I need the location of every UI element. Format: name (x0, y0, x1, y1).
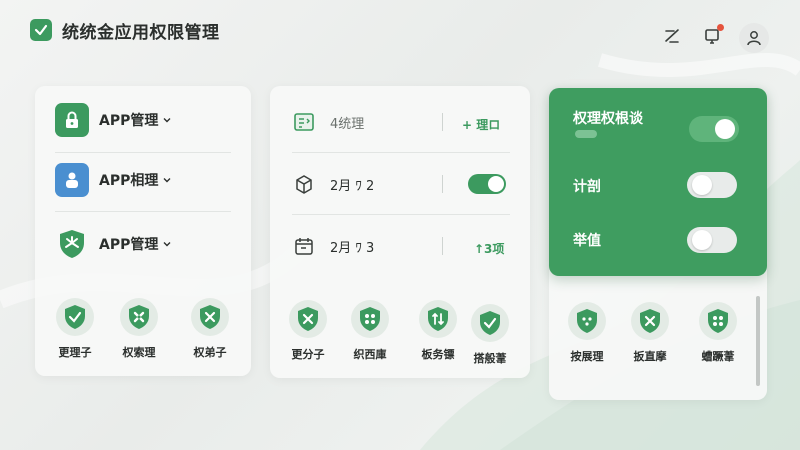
settings-panel: 权理权根谈 计剖 举值 (549, 88, 767, 276)
user-icon (747, 31, 761, 46)
setting-toggle-2[interactable] (687, 172, 737, 198)
shield-item[interactable]: 搭般葦 (460, 304, 520, 366)
setting-toggle-3[interactable] (687, 227, 737, 253)
app-label: APP管理 (99, 113, 159, 129)
shield-label: 板务镖 (421, 348, 455, 361)
app-header: 统统金应用权限管理 (0, 0, 800, 64)
app-title: 统统金应用权限管理 (62, 23, 220, 43)
person-icon (55, 163, 89, 197)
shield-label: 更分子 (291, 348, 325, 361)
shield-check-icon (65, 305, 85, 329)
shield-label: 权索理 (122, 346, 156, 359)
scrollbar[interactable] (756, 296, 760, 386)
shield-label: 扳直摩 (633, 350, 667, 363)
app-row-1[interactable]: APP管理 (55, 98, 172, 142)
divider (292, 214, 510, 215)
id-card-icon (292, 110, 316, 134)
chevron-down-icon (163, 242, 171, 247)
notification-dot (717, 24, 724, 31)
user-avatar[interactable] (739, 23, 769, 53)
shield-x-icon (200, 305, 220, 329)
app-label: APP管理 (99, 237, 159, 253)
shield-item[interactable]: 更理子 (45, 298, 105, 360)
lock-icon (55, 103, 89, 137)
divider (292, 152, 510, 153)
count-action-link[interactable]: ↑3项 (474, 240, 504, 257)
setting-label: 计剖 (573, 179, 601, 195)
app-row-2[interactable]: APP相理 (55, 158, 172, 202)
shield-item[interactable]: 权索理 (109, 298, 169, 360)
shield-item[interactable]: 权弟子 (180, 298, 240, 360)
device-icon[interactable] (700, 24, 724, 48)
add-action-link[interactable]: + 理ロ (462, 116, 500, 133)
edit-icon[interactable] (660, 24, 684, 48)
shield-x-icon (298, 307, 318, 331)
app-list-card: APP管理 APP相理 APP管理 更理子 权索理 权弟子 (35, 86, 251, 376)
shield-label: 搭般葦 (473, 352, 507, 365)
shield-label: 螬蹶葦 (701, 350, 735, 363)
status-card: 4统理 + 理ロ 2月 ﾜ 2 2月 ﾜ 3 ↑3项 更分子 织西庫 板务镖 搭… (270, 86, 530, 378)
calendar-icon (292, 234, 316, 258)
status-row-text: 2月 ﾜ 2 (330, 178, 375, 194)
shield-grid-icon (708, 309, 728, 333)
setting-toggle-1[interactable] (689, 116, 739, 142)
shield-item[interactable]: 按展理 (557, 302, 617, 364)
shield-arrows-icon (428, 307, 448, 331)
separator (442, 237, 443, 255)
shield-dots-icon (577, 309, 597, 333)
shield-fan-icon (129, 305, 149, 329)
status-toggle[interactable] (468, 174, 506, 194)
shield-label: 更理子 (58, 346, 92, 359)
app-row-3[interactable]: APP管理 (55, 222, 172, 266)
app-label: APP相理 (99, 173, 159, 189)
status-row-text: 2月 ﾜ 3 (330, 240, 375, 256)
setting-label: 权理权根谈 (573, 111, 643, 127)
shield-label: 权弟子 (193, 346, 227, 359)
shield-item[interactable]: 板务镖 (408, 300, 468, 362)
status-row-text: 4统理 (330, 116, 365, 132)
shield-x-icon (640, 309, 660, 333)
logo-check-icon (30, 19, 52, 41)
divider (55, 211, 231, 212)
chevron-down-icon (163, 118, 171, 123)
setting-label: 举值 (573, 233, 601, 249)
shield-item[interactable]: 织西庫 (340, 300, 400, 362)
box-icon (292, 172, 316, 196)
divider (55, 152, 231, 153)
shield-grid-icon (360, 307, 380, 331)
shield-item[interactable]: 更分子 (278, 300, 338, 362)
shield-label: 按展理 (570, 350, 604, 363)
shield-check-icon (480, 311, 500, 335)
loading-indicator (575, 130, 597, 138)
chevron-down-icon (163, 178, 171, 183)
separator (442, 175, 443, 193)
shield-label: 织西庫 (353, 348, 387, 361)
separator (442, 113, 443, 131)
shield-item[interactable]: 螬蹶葦 (688, 302, 748, 364)
shield-fan-icon (55, 227, 89, 261)
shield-item[interactable]: 扳直摩 (620, 302, 680, 364)
